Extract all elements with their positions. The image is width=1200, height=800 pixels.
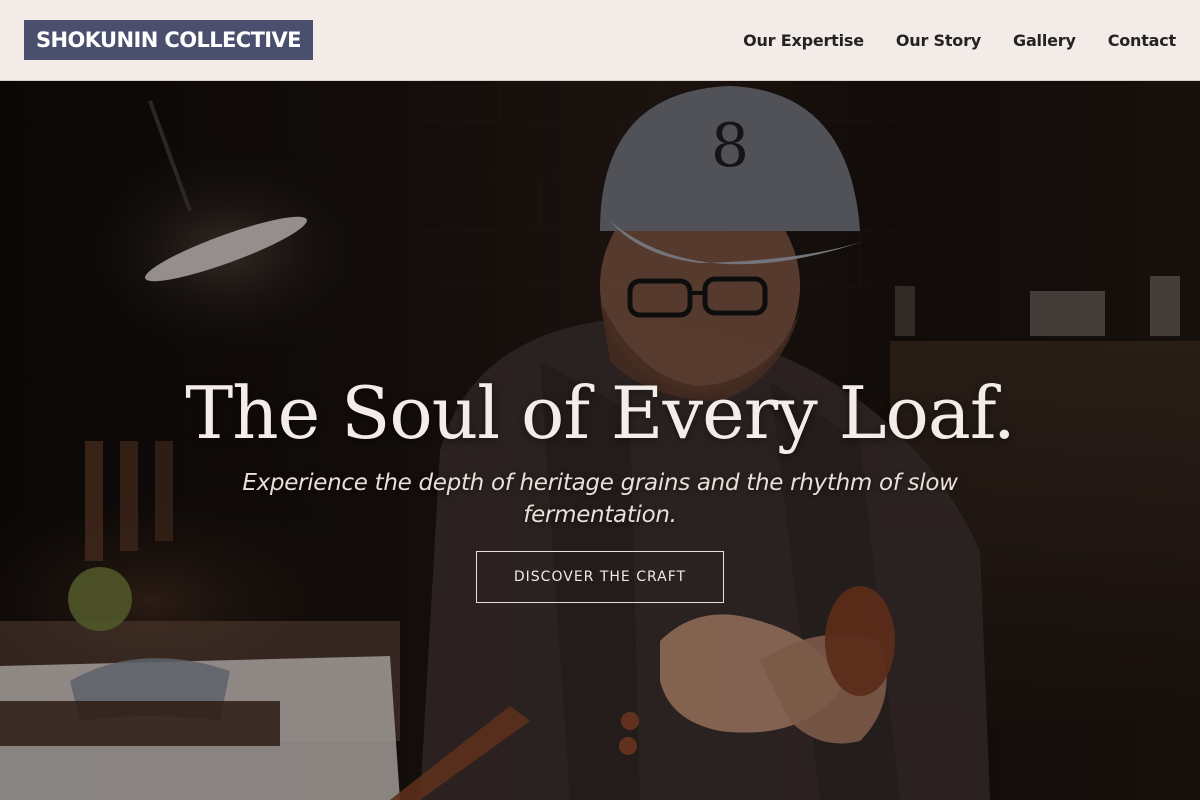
nav-link-gallery[interactable]: Gallery [1013,31,1076,50]
main-nav: Our Expertise Our Story Gallery Contact [743,0,1176,80]
hero-content: The Soul of Every Loaf. Experience the d… [0,81,1200,800]
site-logo[interactable]: SHOKUNIN COLLECTIVE [24,20,313,60]
nav-link-contact[interactable]: Contact [1108,31,1177,50]
hero-subtitle: Experience the depth of heritage grains … [242,470,958,528]
site-header: SHOKUNIN COLLECTIVE Our Expertise Our St… [0,0,1200,81]
hero-section: 8 The Soul of Every Loaf. Experience the… [0,81,1200,800]
nav-link-our-expertise[interactable]: Our Expertise [743,31,864,50]
hero-title: The Soul of Every Loaf. [185,371,1016,455]
nav-link-our-story[interactable]: Our Story [896,31,981,50]
discover-the-craft-button[interactable]: DISCOVER THE CRAFT [476,551,724,603]
